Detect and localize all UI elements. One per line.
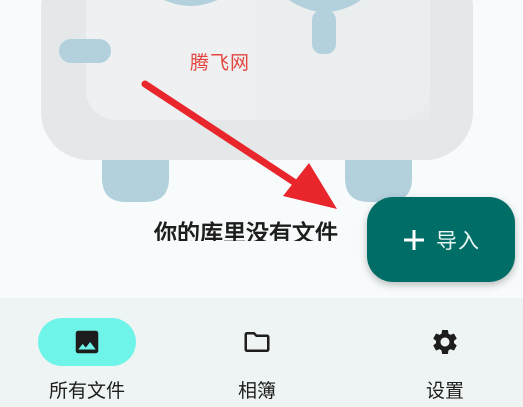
image-icon	[75, 330, 99, 354]
main-content: 腾飞网 你的库里没有文件 导入	[0, 0, 523, 298]
gear-icon	[433, 330, 457, 354]
nav-item-settings[interactable]: 设置	[358, 298, 523, 407]
nav-icon-wrap	[208, 318, 306, 366]
import-button[interactable]: 导入	[367, 197, 515, 282]
plus-icon	[404, 229, 424, 250]
watermark-text: 腾飞网	[190, 52, 251, 74]
nav-active-indicator	[38, 318, 136, 366]
folder-icon	[244, 332, 270, 352]
import-button-label: 导入	[436, 228, 480, 253]
empty-state-message: 你的库里没有文件	[154, 221, 338, 242]
bottom-navigation: 所有文件 相簿 设置	[0, 298, 523, 407]
nav-label-settings: 设置	[425, 380, 464, 402]
nav-label-all-files: 所有文件	[48, 380, 125, 402]
nav-label-albums: 相簿	[237, 380, 276, 402]
nav-item-all-files[interactable]: 所有文件	[0, 298, 174, 407]
nav-item-albums[interactable]: 相簿	[170, 298, 344, 407]
nav-icon-wrap	[396, 318, 494, 366]
